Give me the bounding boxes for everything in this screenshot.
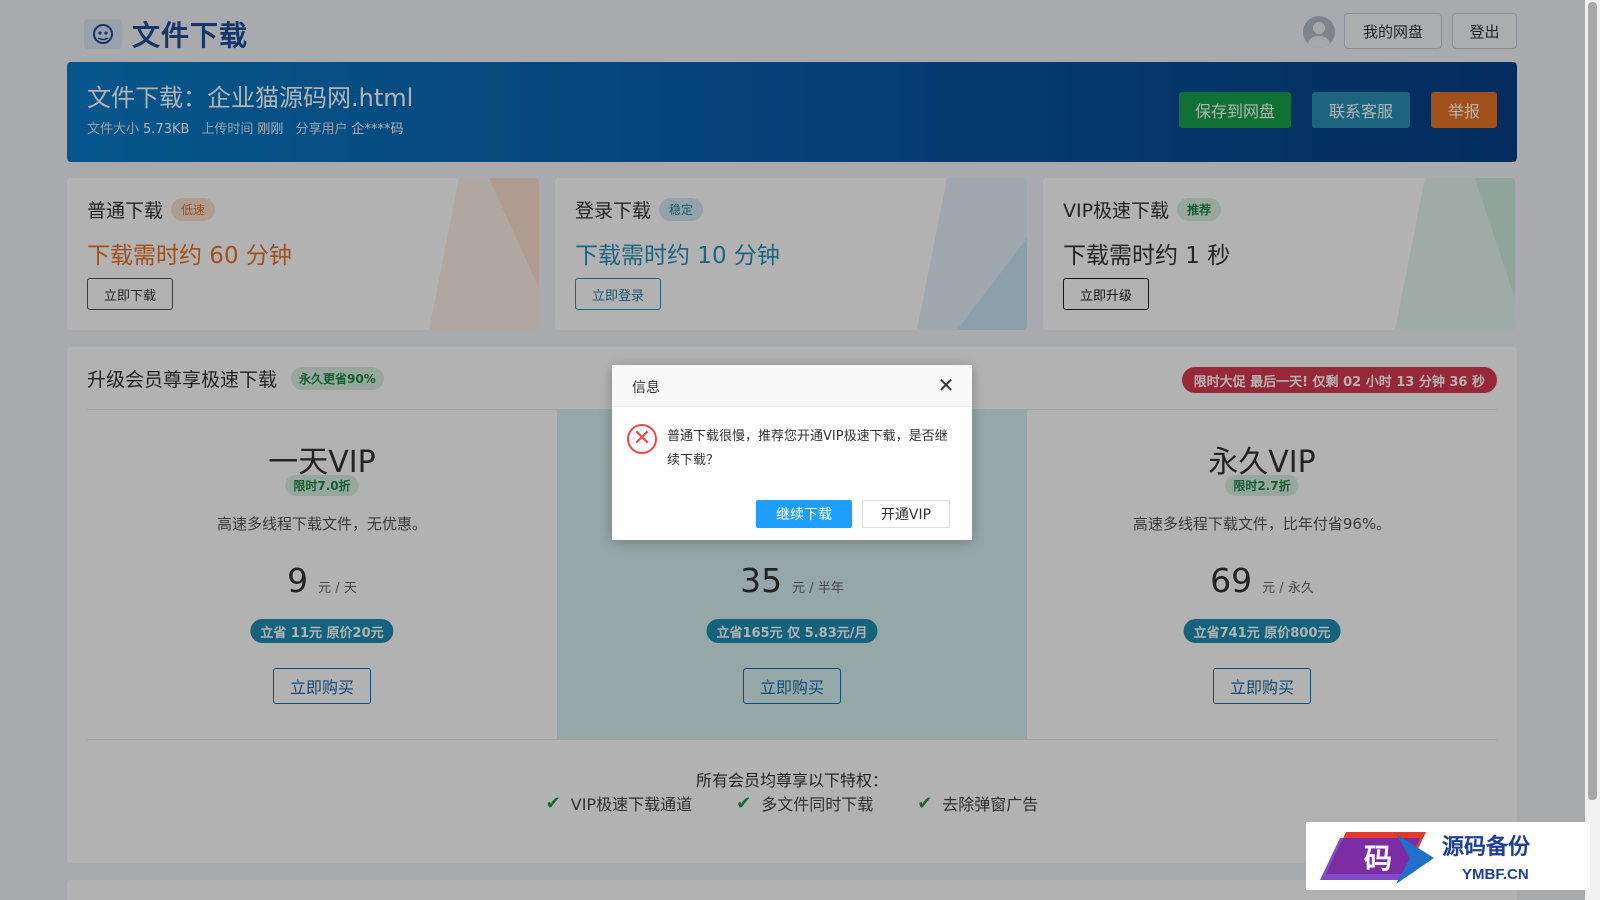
close-icon[interactable]: ✕ xyxy=(936,375,956,395)
watermark-main-text: 源码备份 xyxy=(1442,834,1531,859)
watermark-sub-text: YMBF.CN xyxy=(1462,866,1529,883)
watermark-logo: 码 源码备份 YMBF.CN xyxy=(1306,822,1590,890)
error-icon: ✕ xyxy=(627,424,657,454)
scrollbar-thumb[interactable] xyxy=(1588,2,1597,800)
info-dialog: 信息 ✕ ✕ 普通下载很慢，推荐您开通VIP极速下载，是否继续下载？ 继续下载 … xyxy=(612,365,972,540)
watermark-logo-char: 码 xyxy=(1364,844,1392,875)
dialog-header: 信息 ✕ xyxy=(612,365,972,407)
open-vip-button[interactable]: 开通VIP xyxy=(862,500,950,528)
continue-download-button[interactable]: 继续下载 xyxy=(756,500,852,528)
dialog-title: 信息 xyxy=(632,380,660,396)
scrollbar[interactable] xyxy=(1585,0,1600,900)
dialog-message: 普通下载很慢，推荐您开通VIP极速下载，是否继续下载？ xyxy=(667,429,948,468)
watermark-graphic: 码 源码备份 YMBF.CN xyxy=(1320,832,1531,884)
